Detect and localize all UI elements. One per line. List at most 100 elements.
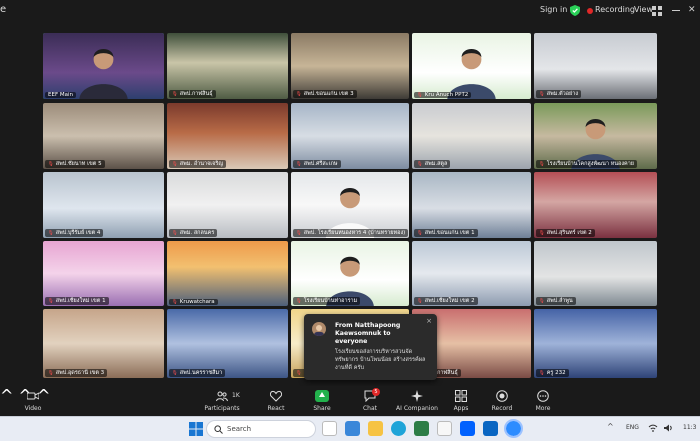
participant-tile[interactable]: 🎙 โรงเรียนบ้านท่าอาราม	[291, 241, 409, 306]
participant-tile[interactable]: 🎙 สพป.เชียงใหม่ เขต 1	[43, 241, 164, 306]
file-explorer-icon[interactable]	[368, 421, 383, 436]
task-view-icon[interactable]	[322, 421, 337, 436]
participant-name-text: สพป.เชียงใหม่ เขต 1	[55, 298, 106, 304]
close-notification-button[interactable]: ×	[426, 317, 432, 325]
volume-icon[interactable]	[663, 423, 673, 433]
participant-tile[interactable]: 🎙 ครู 232	[534, 309, 657, 378]
participant-tile[interactable]: 🎙 โรงเรียนบ้านโคกสูงพัฒนา หนองคาย	[534, 103, 657, 169]
camera-icon	[27, 392, 39, 400]
participant-tile[interactable]: 🎙 สพม. สกลนคร	[167, 172, 288, 238]
participant-tile[interactable]: 🎙 สพม.สตูล	[412, 103, 531, 169]
windows-taskbar: Search ^ ENG 11:3	[0, 416, 700, 441]
recording-indicator[interactable]: Recording	[595, 5, 635, 14]
participant-tile[interactable]: 🎙 Kruwatchara	[167, 241, 288, 306]
participant-name-text: สพป.สุรินทร์ เขต 2	[546, 230, 592, 236]
ai-companion-label: AI Companion	[396, 405, 438, 412]
record-button[interactable]: Record	[490, 386, 514, 416]
participant-tile[interactable]: EEF Main	[43, 33, 164, 99]
participant-name: 🎙 สพป.กาฬสินธุ์	[169, 90, 216, 98]
more-label: More	[535, 405, 551, 412]
heart-icon	[270, 390, 282, 402]
record-icon	[496, 390, 508, 402]
muted-mic-icon: 🎙	[539, 162, 545, 167]
muted-mic-icon: 🎙	[172, 300, 178, 305]
clock[interactable]: 11:3	[683, 424, 696, 431]
sign-in-link[interactable]: Sign in	[540, 5, 567, 14]
participants-label: Participants	[204, 405, 240, 412]
share-label: Share	[313, 405, 331, 412]
participants-button[interactable]: Participants	[204, 386, 240, 416]
gallery-grid-icon[interactable]	[652, 6, 662, 16]
participant-name: 🎙 สพป.ศรีสะเกษ	[293, 160, 341, 168]
muted-mic-icon: 🎙	[417, 162, 423, 167]
muted-mic-icon: 🎙	[48, 371, 54, 376]
participant-tile[interactable]: 🎙 สพป.ศรีสะเกษ	[291, 103, 409, 169]
participant-video	[167, 241, 288, 306]
recording-dot-icon	[587, 8, 593, 14]
participant-tile[interactable]: 🎙 สพป.ชัยนาท เขต 5	[43, 103, 164, 169]
participant-tile[interactable]: 🎙 สพป.บุรีรัมย์ เขต 4	[43, 172, 164, 238]
muted-mic-icon: 🎙	[48, 231, 54, 236]
participant-name: 🎙 สพป.เชียงใหม่ เขต 1	[45, 297, 109, 305]
participant-name: 🎙 โรงเรียนบ้านโคกสูงพัฒนา หนองคาย	[536, 160, 638, 168]
participant-name: 🎙 Kruwatchara	[169, 299, 218, 305]
dropbox-icon[interactable]	[460, 421, 475, 436]
participant-tile[interactable]: 🎙 สพป.ขอนแก่น เขต 1	[412, 172, 531, 238]
search-placeholder: Search	[227, 425, 252, 433]
participant-tile[interactable]: 🎙 Kru Anuch PPT2	[412, 33, 531, 99]
encryption-shield-icon[interactable]	[570, 5, 580, 16]
edge-icon[interactable]	[391, 421, 406, 436]
react-button[interactable]: React	[264, 386, 288, 416]
participants-icon	[216, 391, 228, 402]
title-bar: e Sign in Recording View ✕	[0, 0, 700, 22]
participant-tile[interactable]: 🎙 สพป. โรงเรียนหนองหาร 4 (บ้านทรายทอง)	[291, 172, 409, 238]
participant-tile[interactable]: 🎙 สพม. อำนาจเจริญ	[167, 103, 288, 169]
wifi-icon[interactable]	[648, 423, 658, 433]
amazon-icon[interactable]	[437, 421, 452, 436]
participant-name-text: ครู 232	[546, 370, 566, 376]
participant-tile[interactable]: 🎙 สพป.นครราชสีมา	[167, 309, 288, 378]
view-menu[interactable]: View	[634, 5, 653, 14]
participant-name-text: สพม. อำนาจเจริญ	[179, 161, 224, 167]
language-indicator[interactable]: ENG	[626, 424, 639, 431]
video-options-caret[interactable]: ^	[0, 386, 13, 405]
participant-name: EEF Main	[45, 92, 76, 98]
excel-icon[interactable]	[414, 421, 429, 436]
participant-tile[interactable]: 🎙 สพป.อุดรธานี เขต 3	[43, 309, 164, 378]
muted-mic-icon: 🎙	[172, 371, 178, 376]
share-button[interactable]: Share	[310, 386, 334, 416]
participant-name: 🎙 สพป.สุรินทร์ เขต 2	[536, 229, 595, 237]
sparkle-icon	[411, 390, 423, 402]
ai-companion-button[interactable]: AI Companion	[396, 386, 438, 416]
minimize-button[interactable]	[672, 10, 680, 11]
muted-mic-icon: 🎙	[539, 299, 545, 304]
participant-video	[167, 309, 288, 378]
participant-tile[interactable]: 🎙 สพป.กาฬสินธุ์	[167, 33, 288, 99]
teams-icon[interactable]	[345, 421, 360, 436]
zoom-taskbar-icon[interactable]	[504, 419, 523, 438]
video-button[interactable]: Video	[22, 386, 44, 416]
windows-start-icon[interactable]	[189, 422, 203, 436]
participant-name: 🎙 สพม.ตัวอย่าง	[536, 90, 582, 98]
muted-mic-icon: 🎙	[296, 92, 302, 97]
more-button[interactable]: More	[532, 386, 554, 416]
participant-name: 🎙 สพม. อำนาจเจริญ	[169, 160, 227, 168]
muted-mic-icon: 🎙	[172, 231, 178, 236]
react-label: React	[267, 405, 285, 412]
participant-name-text: สพป.บุรีรัมย์ เขต 4	[55, 230, 101, 236]
chat-notification[interactable]: From Natthapoong Kaewsomnuk to everyone …	[304, 314, 437, 380]
outlook-icon[interactable]	[483, 421, 498, 436]
apps-button[interactable]: Apps	[450, 386, 472, 416]
chat-label: Chat	[362, 405, 378, 412]
participant-tile[interactable]: 🎙 สพป.ลำพูน	[534, 241, 657, 306]
participant-name-text: สพม.ตัวอย่าง	[546, 91, 579, 97]
participant-tile[interactable]: 🎙 สพป.ขอนแก่น เขต 3	[291, 33, 409, 99]
participant-tile[interactable]: 🎙 สพป.สุรินทร์ เขต 2	[534, 172, 657, 238]
close-window-button[interactable]: ✕	[688, 5, 696, 15]
participant-name: 🎙 ครู 232	[536, 369, 569, 377]
participant-tile[interactable]: 🎙 สพป.เชียงใหม่ เขต 2	[412, 241, 531, 306]
taskbar-search-input[interactable]: Search	[206, 420, 316, 438]
participant-name: 🎙 สพป.นครราชสีมา	[169, 369, 226, 377]
participant-tile[interactable]: 🎙 สพม.ตัวอย่าง	[534, 33, 657, 99]
tray-overflow-icon[interactable]: ^	[607, 422, 614, 431]
